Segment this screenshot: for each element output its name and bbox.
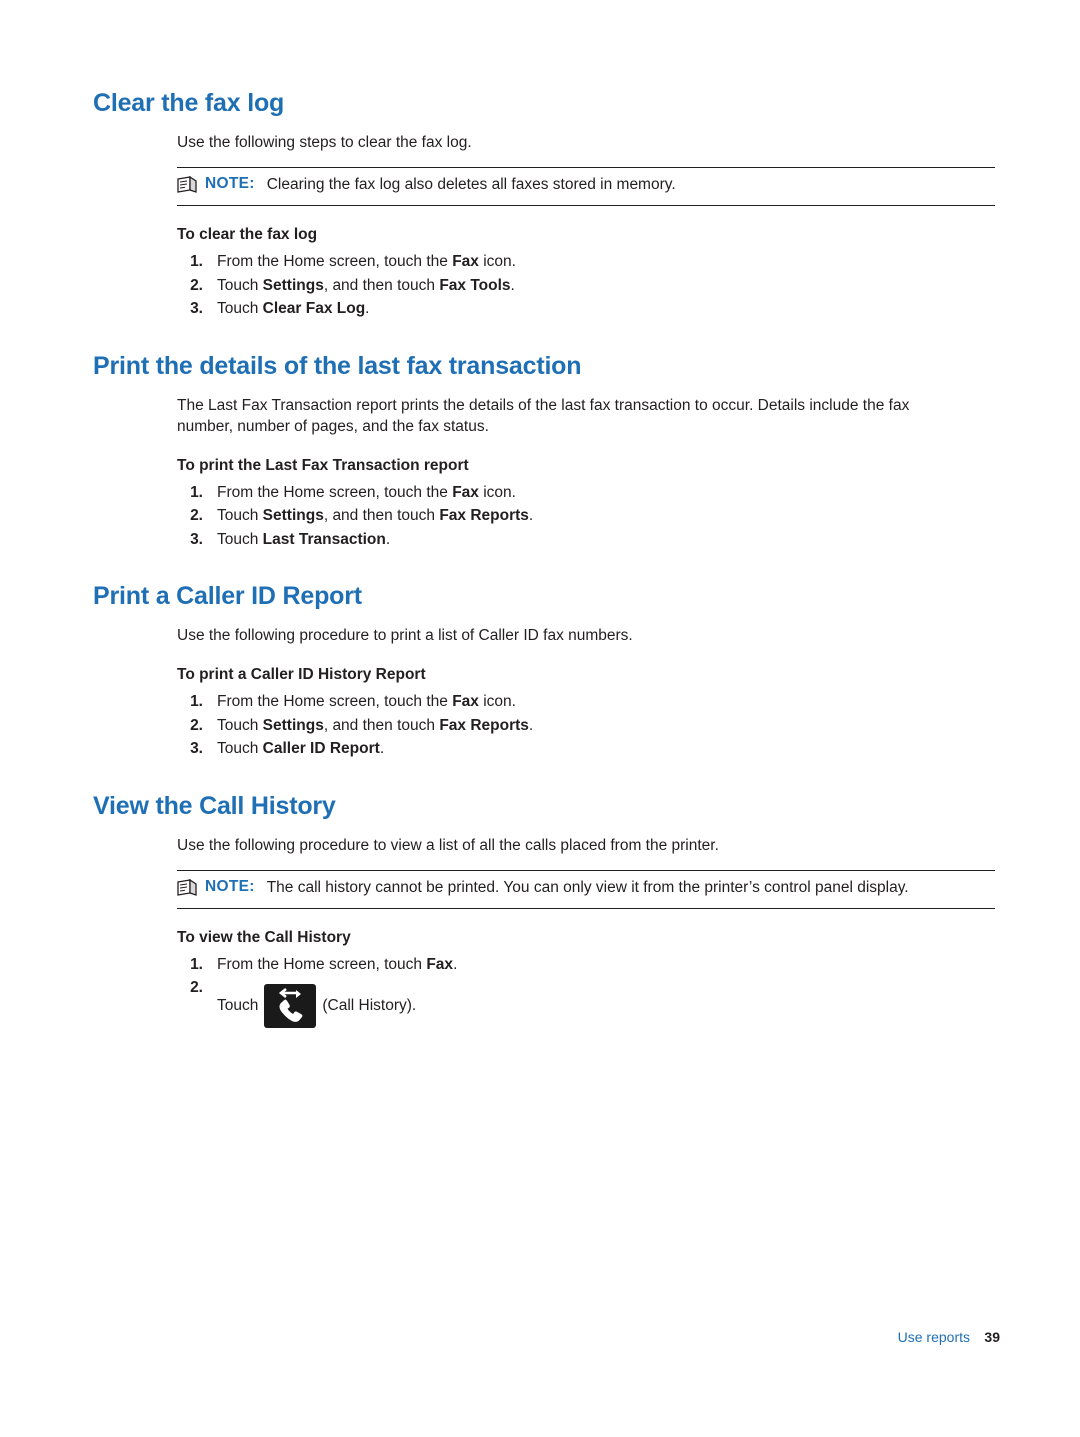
- list-item: 1. From the Home screen, touch the Fax ic…: [177, 250, 998, 274]
- list-item: 1. From the Home screen, touch Fax.: [177, 953, 998, 977]
- section-clear-the-fax-log: Clear the fax log Use the following step…: [93, 88, 998, 321]
- step-number: 1.: [190, 483, 203, 501]
- page-content: Clear the fax log Use the following step…: [93, 88, 998, 1028]
- steps-list: 1. From the Home screen, touch the Fax ic…: [177, 690, 998, 761]
- step-text: Touch Settings, and then touch Fax Repor…: [217, 716, 534, 734]
- procedure-title: To clear the fax log: [177, 226, 318, 243]
- list-item: 3. Touch Caller ID Report.: [177, 737, 998, 761]
- step-number: 1.: [190, 693, 203, 710]
- step-number: 2.: [190, 979, 203, 996]
- step-text: From the Home screen, touch the Fax icon…: [217, 483, 516, 501]
- list-item: 1. From the Home screen, touch the Fax ic…: [177, 690, 998, 714]
- procedure-title: To view the Call History: [177, 928, 351, 946]
- document-page: Clear the fax log Use the following step…: [0, 0, 1080, 1437]
- step-number: 2.: [190, 276, 203, 294]
- procedure-title: To print a Caller ID History Report: [177, 666, 426, 683]
- footer-chapter: Use reports: [897, 1329, 970, 1345]
- page-title: View the Call History: [93, 791, 336, 820]
- note-label: NOTE:: [205, 877, 255, 895]
- steps-list: 1. From the Home screen, touch the Fax ic…: [177, 481, 998, 552]
- steps-list: 1. From the Home screen, touch Fax. 2.: [177, 953, 998, 997]
- procedure-title: To print the Last Fax Transaction report: [177, 456, 469, 474]
- step-number: 3.: [190, 300, 203, 317]
- step-text: From the Home screen, touch Fax.: [217, 955, 458, 973]
- list-item: 2. Touch Settings, and then touch Fax Too…: [177, 274, 998, 298]
- steps-list: 1. From the Home screen, touch the Fax ic…: [177, 250, 998, 321]
- section-intro-text: The Last Fax Transaction report prints t…: [177, 396, 910, 435]
- step-number: 2.: [190, 716, 203, 734]
- page-title: Print a Caller ID Report: [93, 582, 362, 610]
- step-number: 2.: [190, 507, 203, 524]
- step-number: 3.: [190, 530, 203, 548]
- note-label: NOTE:: [205, 175, 255, 192]
- step-text: Touch Clear Fax Log.: [217, 300, 370, 317]
- note-box: NOTE: Clearing the fax log also deletes …: [177, 167, 995, 206]
- note-icon: [177, 878, 199, 901]
- step-text: Touch Last Transaction.: [217, 530, 391, 548]
- list-item: 2. Touch Settings, and then touch Fax Rep…: [177, 714, 998, 738]
- page-title: Print the details of the last fax transa…: [93, 351, 582, 380]
- list-item: 3. Touch Last Transaction.: [177, 528, 998, 552]
- section-print-last-fax-transaction: Print the details of the last fax transa…: [93, 351, 998, 552]
- step-text: From the Home screen, touch the Fax icon…: [217, 693, 516, 710]
- touch-label: Touch: [217, 997, 259, 1014]
- note-icon: [177, 175, 199, 198]
- list-item: 3. Touch Clear Fax Log.: [177, 297, 998, 321]
- section-intro-text: Use the following procedure to view a li…: [177, 836, 719, 854]
- list-item: 2. Touch Settings, and then touch Fax Rep…: [177, 504, 998, 528]
- call-history-touch-line: Touch (Call History).: [217, 984, 998, 1028]
- section-intro-text: Use the following procedure to print a l…: [177, 627, 633, 644]
- page-title: Clear the fax log: [93, 89, 285, 117]
- section-intro-text: Use the following steps to clear the fax…: [177, 134, 472, 151]
- note-text: Clearing the fax log also deletes all fa…: [266, 176, 676, 193]
- section-print-caller-id-report: Print a Caller ID Report Use the followi…: [93, 581, 998, 761]
- footer-page-number: 39: [984, 1329, 1000, 1345]
- step-text: Touch Settings, and then touch Fax Repor…: [217, 507, 534, 524]
- section-view-call-history: View the Call History Use the following …: [93, 791, 998, 1028]
- step-text: Touch Caller ID Report.: [217, 740, 385, 757]
- call-history-caption: (Call History).: [322, 997, 417, 1014]
- list-item: 1. From the Home screen, touch the Fax ic…: [177, 481, 998, 505]
- note-box: NOTE: The call history cannot be printed…: [177, 869, 995, 909]
- call-history-icon: [264, 984, 317, 1028]
- step-number: 3.: [190, 740, 203, 757]
- step-number: 1.: [190, 253, 203, 270]
- note-text: The call history cannot be printed. You …: [266, 878, 909, 896]
- step-number: 1.: [190, 955, 203, 973]
- step-text: From the Home screen, touch the Fax icon…: [217, 253, 516, 270]
- step-text: Touch Settings, and then touch Fax Tools…: [217, 276, 515, 294]
